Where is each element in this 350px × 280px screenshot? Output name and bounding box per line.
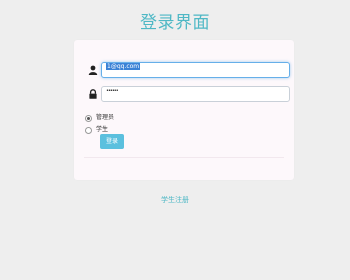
username-row: 1@qq.com [86,62,290,78]
login-button[interactable]: 登录 [100,134,124,149]
role-admin-label: 管理员 [96,114,115,121]
lock-icon [88,89,98,99]
divider [84,157,284,158]
login-panel: 1@qq.com •••••• 管理员 学生 登录 [74,40,294,180]
radio-admin[interactable] [85,115,92,122]
password-input[interactable]: •••••• [101,86,290,102]
radio-student[interactable] [85,127,92,134]
username-input[interactable]: 1@qq.com [101,62,290,78]
username-value: 1@qq.com [106,63,141,70]
user-icon [88,65,98,75]
student-register-link[interactable]: 学生注册 [0,195,350,205]
password-row: •••••• [86,86,290,102]
page-title: 登录界面 [140,13,210,33]
password-value: •••••• [106,88,119,94]
